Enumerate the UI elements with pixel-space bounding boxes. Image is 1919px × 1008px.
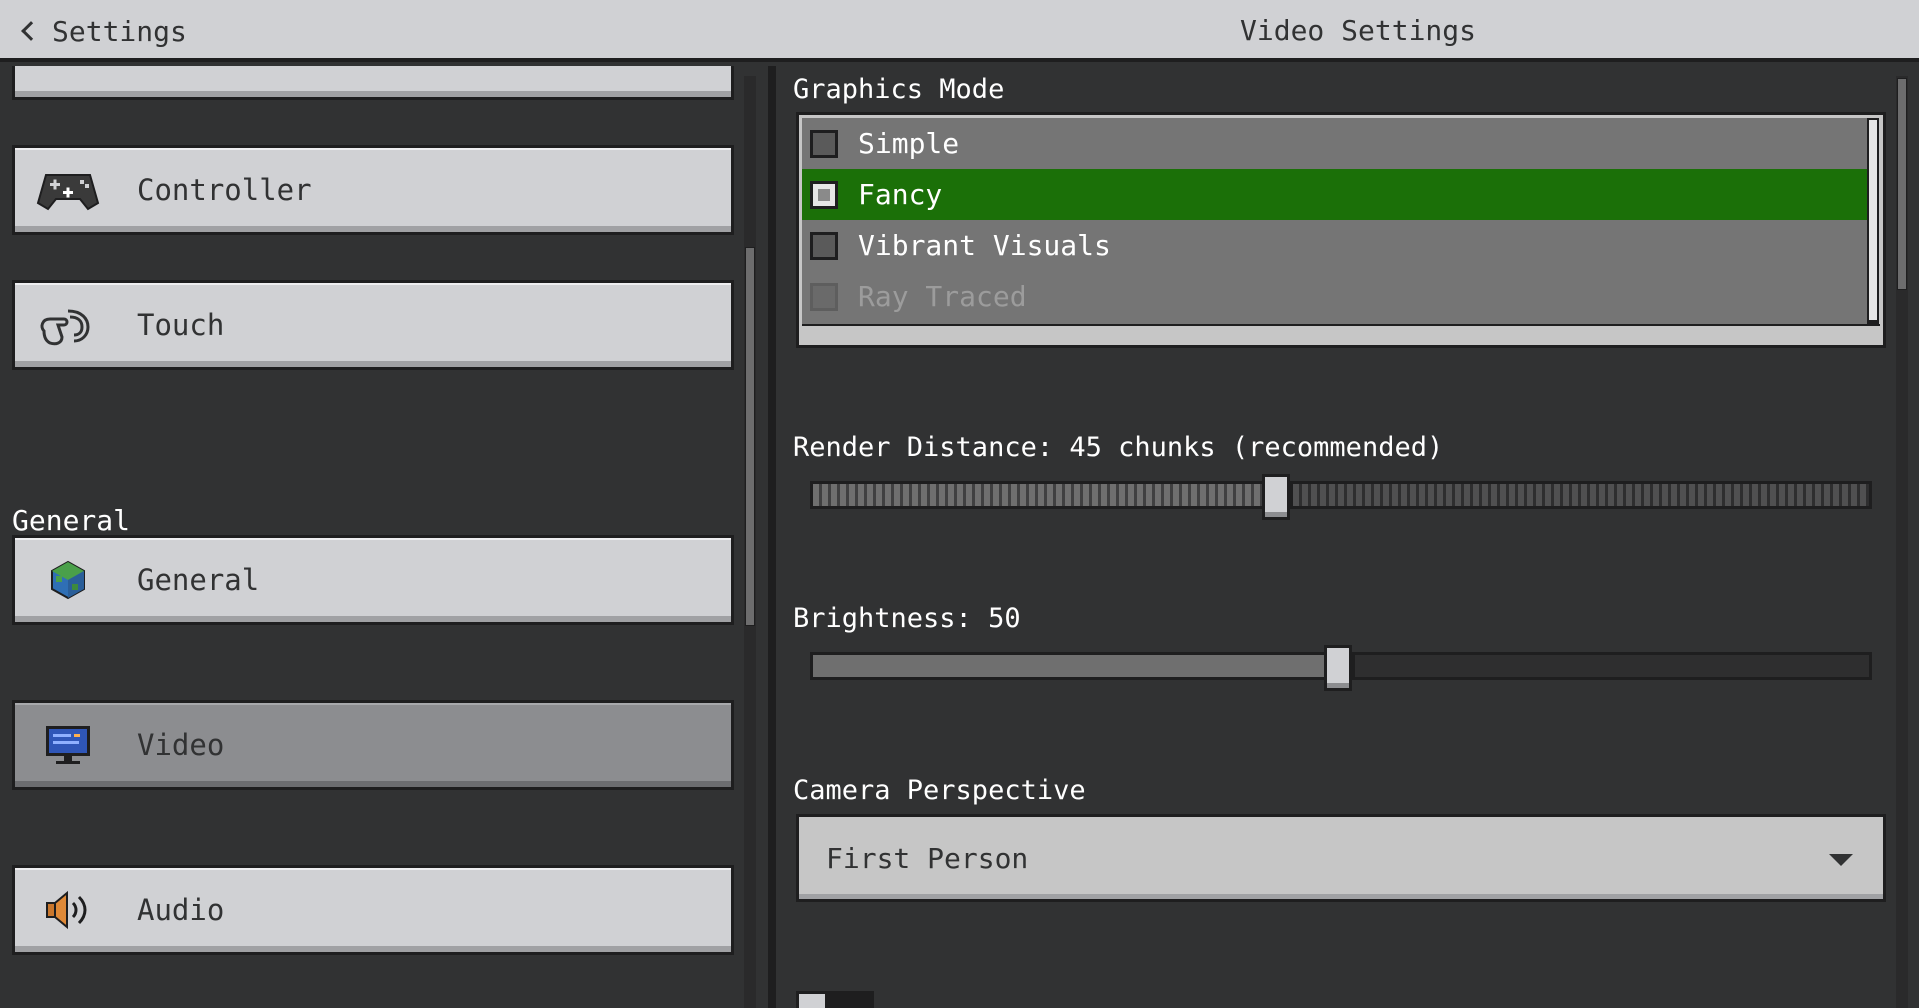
sidebar-item-controller[interactable]: Controller [12, 145, 734, 235]
render-distance-slider[interactable] [810, 474, 1872, 520]
sidebar-item-label: Audio [137, 893, 225, 927]
slider-thumb[interactable] [1324, 645, 1352, 691]
sidebar-item-audio[interactable]: Audio [12, 865, 734, 955]
render-distance-label: Render Distance: 45 chunks (recommended) [793, 432, 1444, 463]
slider-fill [813, 484, 1265, 506]
section-label-general: General [12, 504, 131, 537]
graphics-mode-options: Simple Fancy Vibrant Visuals Ray Traced [802, 118, 1872, 324]
option-label: Ray Traced [858, 280, 1027, 313]
sidebar-item-partial[interactable] [12, 66, 734, 100]
checkbox [810, 282, 838, 311]
slider-rest [1293, 484, 1869, 506]
slider-thumb[interactable] [1262, 474, 1290, 520]
sidebar-item-label: Video [137, 728, 225, 762]
camera-perspective-label: Camera Perspective [793, 775, 1086, 806]
speaker-icon [35, 885, 101, 935]
chevron-left-icon [21, 21, 41, 41]
content-scrollbar-thumb[interactable] [1897, 78, 1907, 290]
video-settings-panel: Graphics Mode Simple Fancy Vibrant Visua… [776, 66, 1919, 1008]
graphics-list-footer [802, 324, 1880, 342]
sidebar-item-label: Touch [137, 308, 225, 342]
back-label: Settings [52, 14, 187, 48]
graphics-mode-list: Simple Fancy Vibrant Visuals Ray Traced [796, 112, 1886, 348]
graphics-option-vibrant-visuals[interactable]: Vibrant Visuals [802, 220, 1872, 271]
checkbox[interactable] [810, 129, 838, 158]
option-label: Simple [858, 127, 960, 160]
settings-sidebar: Controller Touch General General Video A… [0, 66, 760, 1008]
sidebar-scrollbar-thumb[interactable] [745, 247, 755, 626]
checkbox[interactable] [810, 231, 838, 260]
option-label: Fancy [858, 178, 943, 211]
top-bar: Settings Video Settings [0, 0, 1919, 62]
chevron-down-icon [1829, 854, 1853, 866]
option-label: Vibrant Visuals [858, 229, 1111, 262]
monitor-icon [35, 720, 101, 770]
brightness-label: Brightness: 50 [793, 603, 1021, 634]
toggle-knob [799, 994, 825, 1008]
sidebar-item-label: Controller [137, 173, 312, 207]
brightness-slider[interactable] [810, 645, 1872, 691]
sidebar-item-general[interactable]: General [12, 535, 734, 625]
page-title: Video Settings [1240, 14, 1477, 47]
slider-fill [813, 655, 1327, 677]
sidebar-item-video[interactable]: Video [12, 700, 734, 790]
graphics-mode-label: Graphics Mode [793, 74, 1005, 105]
checkbox[interactable] [810, 180, 838, 209]
toggle-switch[interactable] [796, 991, 874, 1008]
sidebar-item-label: General [137, 563, 260, 597]
graphics-option-ray-traced: Ray Traced [802, 271, 1872, 322]
camera-perspective-dropdown[interactable]: First Person [796, 814, 1886, 902]
touch-icon [35, 300, 101, 350]
globe-cube-icon [35, 555, 101, 605]
dropdown-value: First Person [826, 841, 1029, 875]
graphics-option-fancy[interactable]: Fancy [802, 169, 1872, 220]
controller-icon [35, 165, 101, 215]
sidebar-item-touch[interactable]: Touch [12, 280, 734, 370]
graphics-list-scrollbar-thumb[interactable] [1869, 120, 1877, 320]
slider-rest [1355, 655, 1869, 677]
graphics-option-simple[interactable]: Simple [802, 118, 1872, 169]
back-button[interactable]: Settings [18, 12, 187, 50]
panel-divider [768, 66, 776, 1008]
